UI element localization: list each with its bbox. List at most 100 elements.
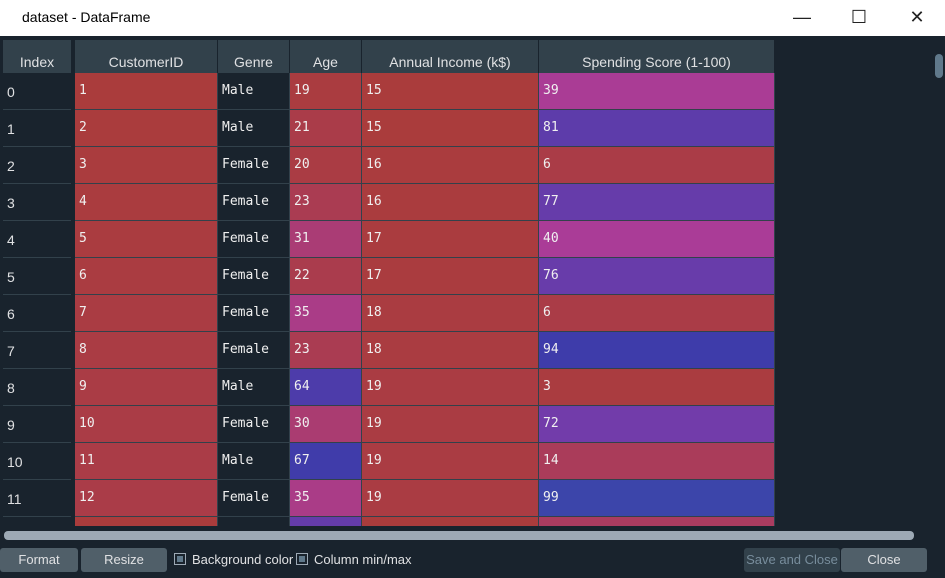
table-cell[interactable]: 39 xyxy=(539,73,775,110)
save-and-close-button[interactable]: Save and Close xyxy=(744,548,840,572)
row-index-partial[interactable] xyxy=(3,517,71,526)
row-index[interactable]: 7 xyxy=(3,332,71,369)
table-cell[interactable]: 81 xyxy=(539,110,775,147)
vertical-scroll-thumb[interactable] xyxy=(935,54,943,78)
column-minmax-label: Column min/max xyxy=(314,552,412,567)
row-index[interactable]: 2 xyxy=(3,147,71,184)
table-cell-partial[interactable] xyxy=(75,517,218,526)
table-cell[interactable]: 35 xyxy=(290,480,362,517)
row-index[interactable]: 6 xyxy=(3,295,71,332)
table-cell[interactable]: 40 xyxy=(539,221,775,258)
table-cell[interactable]: Female xyxy=(218,295,290,332)
table-cell[interactable]: Female xyxy=(218,147,290,184)
row-index[interactable]: 1 xyxy=(3,110,71,147)
table-cell[interactable]: Male xyxy=(218,443,290,480)
table-cell[interactable]: Male xyxy=(218,73,290,110)
table-cell[interactable]: 6 xyxy=(539,147,775,184)
background-color-checkbox[interactable] xyxy=(174,553,186,565)
table-cell[interactable]: 16 xyxy=(362,184,539,221)
resize-button[interactable]: Resize xyxy=(81,548,167,572)
table-cell[interactable]: Female xyxy=(218,480,290,517)
table-cell[interactable]: Female xyxy=(218,332,290,369)
table-cell[interactable]: Male xyxy=(218,110,290,147)
table-cell[interactable]: 76 xyxy=(539,258,775,295)
column-header[interactable]: CustomerID xyxy=(75,40,218,73)
row-index[interactable]: 5 xyxy=(3,258,71,295)
table-cell[interactable]: 19 xyxy=(362,369,539,406)
table-cell[interactable]: 11 xyxy=(75,443,218,480)
table-cell[interactable]: 9 xyxy=(75,369,218,406)
table-cell[interactable]: 17 xyxy=(362,258,539,295)
table-cell[interactable]: 22 xyxy=(290,258,362,295)
table-cell[interactable]: 72 xyxy=(539,406,775,443)
table-cell[interactable]: 19 xyxy=(290,73,362,110)
row-index[interactable]: 3 xyxy=(3,184,71,221)
table-cell[interactable]: 64 xyxy=(290,369,362,406)
table-cell[interactable]: Female xyxy=(218,221,290,258)
table-cell[interactable]: 1 xyxy=(75,73,218,110)
table-cell[interactable]: 23 xyxy=(290,184,362,221)
horizontal-scroll-thumb[interactable] xyxy=(4,531,914,540)
table-cell[interactable]: 6 xyxy=(539,295,775,332)
minimize-icon[interactable]: — xyxy=(779,0,825,36)
vertical-scrollbar[interactable] xyxy=(932,38,945,526)
table-cell[interactable]: 18 xyxy=(362,332,539,369)
table-cell[interactable]: 6 xyxy=(75,258,218,295)
index-header[interactable]: Index xyxy=(3,40,72,73)
maximize-icon[interactable]: ☐ xyxy=(836,0,882,36)
row-index[interactable]: 9 xyxy=(3,406,71,443)
background-color-label: Background color xyxy=(192,552,294,567)
table-cell[interactable]: 20 xyxy=(290,147,362,184)
table-cell[interactable]: 23 xyxy=(290,332,362,369)
close-button[interactable]: Close xyxy=(841,548,927,572)
table-cell[interactable]: 15 xyxy=(362,73,539,110)
format-button[interactable]: Format xyxy=(0,548,78,572)
table-cell[interactable]: 99 xyxy=(539,480,775,517)
row-index[interactable]: 10 xyxy=(3,443,71,480)
column-header[interactable]: Genre xyxy=(218,40,290,73)
table-cell[interactable]: 19 xyxy=(362,406,539,443)
close-icon[interactable]: ✕ xyxy=(894,0,940,36)
table-cell[interactable]: 10 xyxy=(75,406,218,443)
table-cell[interactable]: 31 xyxy=(290,221,362,258)
column-minmax-checkbox[interactable] xyxy=(296,553,308,565)
column-header[interactable]: Spending Score (1-100) xyxy=(539,40,775,73)
table-cell[interactable]: 16 xyxy=(362,147,539,184)
table-cell[interactable]: 2 xyxy=(75,110,218,147)
table-cell[interactable]: 77 xyxy=(539,184,775,221)
table-cell[interactable]: 12 xyxy=(75,480,218,517)
table-cell[interactable]: 30 xyxy=(290,406,362,443)
table-cell[interactable]: 5 xyxy=(75,221,218,258)
row-index[interactable]: 0 xyxy=(3,73,71,110)
row-index[interactable]: 8 xyxy=(3,369,71,406)
column-header[interactable]: Annual Income (k$) xyxy=(362,40,539,73)
table-cell-partial[interactable] xyxy=(290,517,362,526)
table-cell[interactable]: 3 xyxy=(75,147,218,184)
table-cell[interactable]: 18 xyxy=(362,295,539,332)
row-index[interactable]: 4 xyxy=(3,221,71,258)
table-cell[interactable]: 19 xyxy=(362,480,539,517)
table-cell[interactable]: 94 xyxy=(539,332,775,369)
table-cell[interactable]: Male xyxy=(218,369,290,406)
table-cell[interactable]: Female xyxy=(218,258,290,295)
table-cell[interactable]: 35 xyxy=(290,295,362,332)
table-cell[interactable]: 7 xyxy=(75,295,218,332)
column-header[interactable]: Age xyxy=(290,40,362,73)
horizontal-scrollbar[interactable] xyxy=(2,530,916,542)
table-cell[interactable]: 17 xyxy=(362,221,539,258)
row-index[interactable]: 11 xyxy=(3,480,71,517)
table-cell-partial[interactable] xyxy=(218,517,290,526)
table-cell-partial[interactable] xyxy=(362,517,539,526)
table-cell[interactable]: 15 xyxy=(362,110,539,147)
dataframe-table[interactable]: Index CustomerID Genre Age Annual Income (k… xyxy=(0,38,932,526)
table-cell[interactable]: 21 xyxy=(290,110,362,147)
table-cell[interactable]: 67 xyxy=(290,443,362,480)
table-cell[interactable]: 4 xyxy=(75,184,218,221)
table-cell[interactable]: 3 xyxy=(539,369,775,406)
table-cell[interactable]: 19 xyxy=(362,443,539,480)
table-cell[interactable]: Female xyxy=(218,184,290,221)
table-cell[interactable]: Female xyxy=(218,406,290,443)
table-cell[interactable]: 14 xyxy=(539,443,775,480)
table-cell[interactable]: 8 xyxy=(75,332,218,369)
table-cell-partial[interactable] xyxy=(539,517,775,526)
